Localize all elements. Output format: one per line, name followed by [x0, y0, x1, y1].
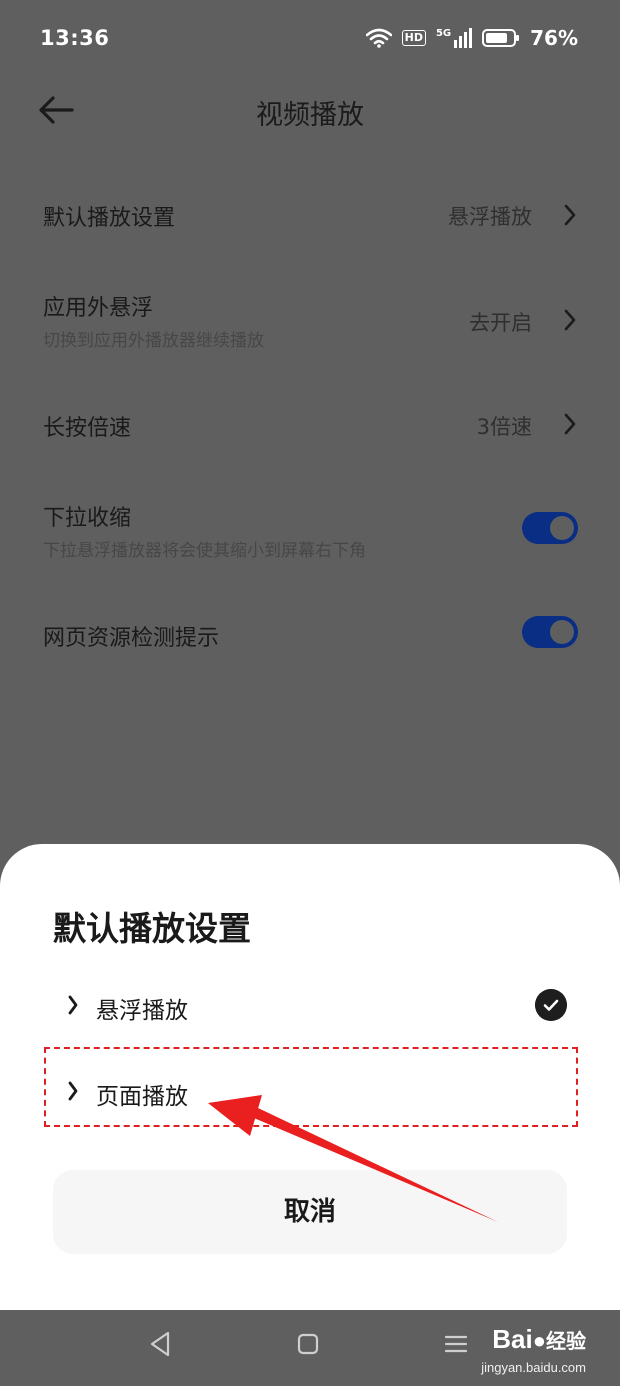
chevron-right-icon — [564, 204, 576, 226]
setting-label: 默认播放设置 — [43, 206, 176, 231]
status-icons: HD 5G 76% — [365, 26, 578, 50]
setting-subtitle: 下拉悬浮播放器将会使其缩小到屏幕右下角 — [43, 541, 366, 561]
setting-label: 下拉收缩 — [43, 506, 132, 531]
header: 视频播放 — [0, 76, 620, 146]
watermark-suffix: 经验 — [546, 1331, 586, 1353]
setting-long-press-speed[interactable]: 长按倍速 3倍速 — [0, 390, 620, 460]
signal-icon: 5G — [435, 28, 473, 48]
setting-default-playback[interactable]: 默认播放设置 悬浮播放 — [0, 180, 620, 250]
setting-value: 3倍速 — [476, 415, 532, 439]
option-label: 悬浮播放 — [96, 998, 188, 1024]
hd-badge: HD — [401, 30, 426, 46]
setting-outside-float[interactable]: 应用外悬浮 切换到应用外播放器继续播放 去开启 — [0, 276, 620, 366]
back-triangle-icon[interactable] — [148, 1330, 172, 1358]
chevron-right-icon — [68, 995, 78, 1015]
annotation-highlight-box — [44, 1047, 578, 1127]
navigation-bar: Bai●经验 jingyan.baidu.com — [0, 1310, 620, 1386]
chevron-right-icon — [564, 413, 576, 435]
battery-percent: 76% — [530, 26, 578, 50]
screen: 13:36 HD 5G 76% 视频播放 默认播放设置 悬浮播放 应用外悬浮 切… — [0, 0, 620, 1386]
bottom-sheet: 默认播放设置 悬浮播放 页面播放 取消 — [0, 844, 620, 1310]
battery-icon — [482, 29, 520, 47]
status-bar: 13:36 HD 5G 76% — [0, 0, 620, 76]
chevron-right-icon — [564, 309, 576, 331]
cancel-button[interactable]: 取消 — [53, 1170, 567, 1254]
wifi-icon — [365, 28, 392, 48]
setting-value: 去开启 — [469, 311, 532, 335]
setting-value: 悬浮播放 — [448, 205, 532, 229]
resource-detection-toggle[interactable] — [522, 616, 578, 648]
menu-lines-icon[interactable] — [444, 1330, 468, 1358]
paw-icon: ● — [532, 1328, 546, 1353]
baidu-jingyan-watermark: Bai●经验 — [492, 1324, 586, 1355]
network-type: 5G — [435, 28, 452, 39]
setting-label: 应用外悬浮 — [43, 296, 154, 321]
setting-label: 网页资源检测提示 — [43, 626, 220, 651]
watermark-url: jingyan.baidu.com — [481, 1360, 586, 1375]
check-icon — [535, 989, 567, 1021]
watermark-brand: Bai — [492, 1324, 533, 1354]
pull-down-shrink-toggle[interactable] — [522, 512, 578, 544]
setting-label: 长按倍速 — [43, 416, 132, 441]
setting-pull-down-shrink: 下拉收缩 下拉悬浮播放器将会使其缩小到屏幕右下角 — [0, 486, 620, 576]
option-float-play[interactable]: 悬浮播放 — [0, 971, 620, 1041]
sheet-title: 默认播放设置 — [53, 909, 251, 948]
status-time: 13:36 — [40, 26, 110, 50]
home-square-icon[interactable] — [296, 1330, 320, 1358]
setting-subtitle: 切换到应用外播放器继续播放 — [43, 331, 264, 351]
page-title: 视频播放 — [256, 100, 364, 131]
setting-resource-detection: 网页资源检测提示 — [0, 600, 620, 670]
